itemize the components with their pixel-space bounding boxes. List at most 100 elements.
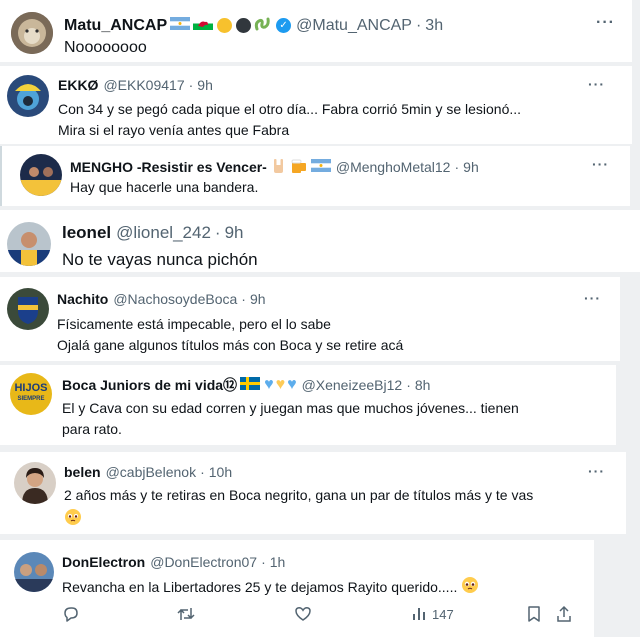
tweet-text: Con 34 y se pegó cada pique el otro día.… <box>58 99 521 141</box>
tweet-text-line: No te vayas nunca pichón <box>62 250 258 269</box>
more-options-button[interactable]: ··· <box>588 463 605 479</box>
tweet-text-line: Físicamente está impecable, pero el lo s… <box>57 316 331 332</box>
tweet-text-line: para rato. <box>62 421 122 437</box>
tweet-card[interactable]: Nachito @NachosoydeBoca · 9h Físicamente… <box>0 277 620 361</box>
tweet-header: Nachito @NachosoydeBoca · 9h <box>57 291 266 307</box>
retweet-icon <box>176 605 196 623</box>
author-handle[interactable]: @DonElectron07 <box>150 554 257 570</box>
more-options-button[interactable]: ··· <box>588 76 605 92</box>
separator-dot: · <box>406 377 411 393</box>
tweet-card[interactable]: Matu_ANCAP ✓ @Matu_ANCAP · 3h Noooooooo … <box>0 0 632 62</box>
tweet-text-line: El y Cava con su edad corren y juegan ma… <box>62 400 519 416</box>
reply-icon <box>62 605 80 623</box>
beer-icon <box>290 157 308 177</box>
tweet-header: DonElectron @DonElectron07 · 1h <box>62 554 285 570</box>
timestamp[interactable]: 9h <box>250 291 266 307</box>
pleading-face-emoji <box>64 508 82 531</box>
avatar[interactable]: HIJOS SIEMPRE <box>10 373 52 415</box>
more-options-button[interactable]: ··· <box>592 156 609 172</box>
tweet-action-bar: 147 <box>0 600 600 630</box>
separator-dot: · <box>241 291 246 307</box>
flag-wales-icon <box>193 16 214 35</box>
author-name[interactable]: belen <box>64 464 101 480</box>
timestamp[interactable]: 8h <box>415 377 431 393</box>
timestamp[interactable]: 9h <box>463 159 479 175</box>
author-handle[interactable]: @EKK09417 <box>103 77 184 93</box>
tweet-text: Revancha en la Libertadores 25 y te deja… <box>62 576 479 597</box>
more-options-button[interactable]: ··· <box>596 14 615 32</box>
timestamp[interactable]: 1h <box>270 554 286 570</box>
tweet-text-line: Ojalá gane algunos títulos más con Boca … <box>57 337 404 353</box>
character-avatar-image <box>7 75 49 117</box>
tweet-header: Boca Juniors de mi vida⑫ ♥ ♥ ♥ @Xeneizee… <box>62 375 430 395</box>
avatar[interactable] <box>14 552 54 592</box>
flag-argentina-icon <box>310 159 331 175</box>
views-button[interactable]: 147 <box>410 605 454 623</box>
tweet-text-line: Hay que hacerle una bandera. <box>70 179 259 195</box>
timestamp[interactable]: 9h <box>197 77 213 93</box>
flag-argentina-icon <box>170 16 191 35</box>
avatar[interactable] <box>20 154 62 196</box>
flag-sweden-icon <box>240 377 261 393</box>
reply-button[interactable] <box>62 605 80 623</box>
rock-hand-icon <box>271 158 286 177</box>
separator-dot: · <box>200 464 205 480</box>
group-avatar-image <box>14 552 54 592</box>
verified-badge-icon: ✓ <box>276 18 292 33</box>
separator-dot: · <box>214 223 221 242</box>
avatar[interactable] <box>7 75 49 117</box>
like-button[interactable] <box>294 605 312 623</box>
avatar-subtitle: SIEMPRE <box>17 396 45 402</box>
green-snake-icon <box>254 15 272 36</box>
tweet-text-line: Mira si el rayo venía antes que Fabra <box>58 122 290 138</box>
black-circle-icon <box>236 18 252 33</box>
tweet-card[interactable]: EKKØ @EKK09417 · 9h Con 34 y se pegó cad… <box>0 66 632 144</box>
tweet-header: EKKØ @EKK09417 · 9h <box>58 77 213 93</box>
tweet-header: leonel @lionel_242 · 9h <box>62 223 244 243</box>
timestamp[interactable]: 9h <box>225 223 244 243</box>
author-handle[interactable]: @MenghoMetal12 <box>336 159 451 175</box>
tweet-card[interactable]: leonel @lionel_242 · 9h No te vayas nunc… <box>0 210 640 272</box>
more-options-button[interactable]: ··· <box>584 290 601 306</box>
author-handle[interactable]: @Matu_ANCAP <box>296 17 412 35</box>
avatar[interactable] <box>7 222 51 266</box>
share-button[interactable] <box>555 605 573 623</box>
bookmark-button[interactable] <box>526 605 542 623</box>
tweet-text: El y Cava con su edad corren y juegan ma… <box>62 398 519 440</box>
avatar[interactable] <box>11 12 53 54</box>
tweet-card[interactable]: belen @cabjBelenok · 10h 2 años más y te… <box>0 452 626 534</box>
tweet-header: Matu_ANCAP ✓ @Matu_ANCAP · 3h <box>64 15 443 36</box>
views-icon <box>410 605 428 623</box>
tweet-card[interactable]: HIJOS SIEMPRE Boca Juniors de mi vida⑫ ♥… <box>0 365 616 445</box>
yellow-heart-icon: ♥ <box>275 376 286 393</box>
separator-dot: · <box>188 77 194 93</box>
separator-dot: · <box>261 554 266 570</box>
bookmark-icon <box>526 605 542 623</box>
tweet-card[interactable]: MENGHO -Resistir es Vencer- @MenghoMetal… <box>0 146 630 206</box>
separator-dot: · <box>454 159 460 175</box>
author-name[interactable]: EKKØ <box>58 77 98 93</box>
author-name[interactable]: DonElectron <box>62 554 145 570</box>
author-handle[interactable]: @cabjBelenok <box>106 464 197 480</box>
author-handle[interactable]: @NachosoydeBoca <box>113 291 237 307</box>
tweet-text-line: Noooooooo <box>64 39 147 56</box>
blue-heart-icon: ♥ <box>264 376 274 393</box>
avatar[interactable] <box>7 288 49 330</box>
tweet-header: MENGHO -Resistir es Vencer- @MenghoMetal… <box>70 157 479 177</box>
timestamp[interactable]: 3h <box>425 17 443 35</box>
avatar[interactable] <box>14 462 56 504</box>
avatar-title: HIJOS <box>14 382 48 394</box>
crowd-avatar-image <box>20 154 62 196</box>
retweet-button[interactable] <box>176 605 196 623</box>
author-name[interactable]: Boca Juniors de mi vida⑫ <box>62 375 237 395</box>
author-name[interactable]: MENGHO -Resistir es Vencer- <box>70 159 267 175</box>
author-handle[interactable]: @lionel_242 <box>116 223 211 243</box>
tweet-header: belen @cabjBelenok · 10h <box>64 464 232 480</box>
author-handle[interactable]: @XeneizeeBj12 <box>302 377 403 393</box>
author-name[interactable]: leonel <box>62 223 111 243</box>
separator-dot: · <box>415 16 422 34</box>
tweet-text-line: Revancha en la Libertadores 25 y te deja… <box>62 578 458 595</box>
timestamp[interactable]: 10h <box>209 464 232 480</box>
author-name[interactable]: Matu_ANCAP <box>64 17 167 35</box>
author-name[interactable]: Nachito <box>57 291 108 307</box>
